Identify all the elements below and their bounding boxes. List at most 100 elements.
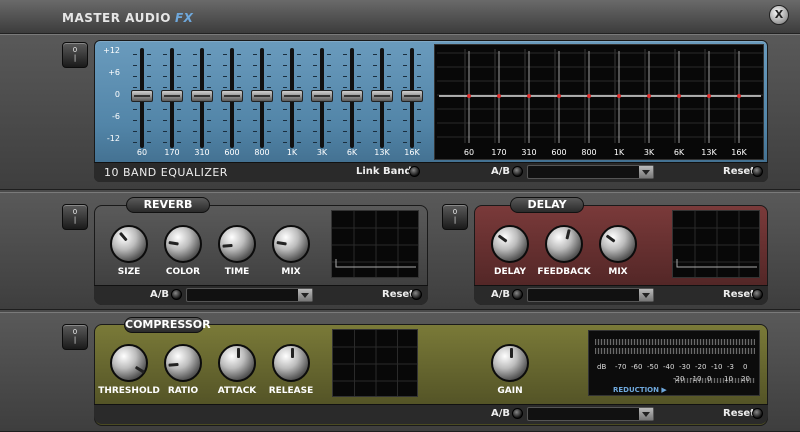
eq-slider-thumb[interactable] [251,90,273,102]
reverb-preset-select[interactable] [186,288,313,302]
eq-scale-tick [343,65,347,66]
delay-ab-toggle[interactable] [512,289,523,300]
meter-scale-label: -30 [679,363,691,371]
knob-indicator [222,243,233,248]
reverb-power-button[interactable]: 0 | [62,204,88,230]
knob-indicator [168,362,179,367]
eq-scale-tick [403,142,407,143]
eq-scale-tick [417,131,421,132]
eq-scale-tick [357,76,361,77]
eq-scale-tick [387,54,391,55]
eq-scale-tick [237,76,241,77]
knob-indicator [134,365,145,374]
eq-slider-thumb[interactable] [371,90,393,102]
eq-band-label: 60 [136,148,148,157]
delay-knob[interactable] [545,225,583,263]
eq-slider-thumb[interactable] [281,90,303,102]
eq-scale-tick [327,65,331,66]
eq-ab-toggle[interactable] [512,166,523,177]
delay-preset-select[interactable] [527,288,654,302]
eq-scale-tick [327,76,331,77]
eq-scale-tick [193,109,197,110]
compressor-preset-select[interactable] [527,407,654,421]
eq-scale-tick [193,131,197,132]
eq-scale-tick [403,120,407,121]
delay-display [672,210,760,278]
eq-slider-thumb[interactable] [341,90,363,102]
reduction-meter: dB REDUCTION ▶ -70 -60 -50 -40 -30 -20 -10 -3 0-… [588,330,760,396]
eq-scale-tick [313,76,317,77]
delay-power-button[interactable]: 0 | [442,204,468,230]
eq-scale-tick [207,131,211,132]
eq-preset-select[interactable] [527,165,654,179]
delay-reset-button[interactable] [752,289,763,300]
compressor-knob-label: RELEASE [268,386,314,396]
eq-slider-thumb[interactable] [191,90,213,102]
delay-knob[interactable] [599,225,637,263]
eq-band-point [587,94,591,98]
link-bands-toggle[interactable] [409,166,420,177]
eq-scale-tick [373,142,377,143]
eq-slider-thumb[interactable] [161,90,183,102]
compressor-reset-button[interactable] [752,408,763,419]
eq-slider-thumb[interactable] [221,90,243,102]
eq-slider-thumb[interactable] [401,90,423,102]
eq-scale-tick [253,65,257,66]
eq-slider-thumb[interactable] [131,90,153,102]
eq-scale-tick [283,54,287,55]
eq-scale-tick [223,120,227,121]
eq-scale-tick [133,109,137,110]
close-button[interactable]: X [769,5,789,25]
meter-scale-label: -60 [631,363,643,371]
eq-scale-tick [133,54,137,55]
eq-scale-tick [193,120,197,121]
eq-scale-tick [147,76,151,77]
compressor-ab-toggle[interactable] [512,408,523,419]
eq-graph-freq-label: 13K [701,148,717,157]
eq-scale-tick [177,87,181,88]
compressor-power-button[interactable]: 0 | [62,324,88,350]
reverb-knob[interactable] [218,225,256,263]
eq-scale-tick [373,54,377,55]
eq-scale-tick [193,54,197,55]
eq-scale-tick [163,76,167,77]
delay-knob[interactable] [491,225,529,263]
eq-scale-tick [283,87,287,88]
eq-scale-tick [207,142,211,143]
reverb-ab-toggle[interactable] [171,289,182,300]
reverb-knob[interactable] [272,225,310,263]
compressor-knob[interactable] [110,344,148,382]
eq-scale-tick [147,142,151,143]
eq-scale-tick [267,54,271,55]
eq-power-button[interactable]: 0 | [62,42,88,68]
eq-graph-freq-label: 16K [731,148,747,157]
eq-scale-tick [313,109,317,110]
eq-band-point [557,94,561,98]
eq-reset-button[interactable] [752,166,763,177]
eq-scale-tick [297,87,301,88]
meter-scale-label: -70 [615,363,627,371]
eq-scale-tick [327,87,331,88]
compressor-knob[interactable] [218,344,256,382]
eq-scale-tick [163,109,167,110]
eq-scale-tick [163,120,167,121]
eq-scale-tick [223,76,227,77]
eq-scale-tick [313,142,317,143]
gain-knob[interactable] [491,344,529,382]
eq-scale-tick [327,109,331,110]
eq-scale-tick [343,76,347,77]
eq-scale-tick [163,142,167,143]
eq-band-label: 6K [346,148,358,157]
reverb-knob[interactable] [110,225,148,263]
reverb-reset-button[interactable] [411,289,422,300]
eq-scale-tick [387,109,391,110]
eq-scale-tick [373,120,377,121]
compressor-knob[interactable] [272,344,310,382]
eq-graph-freq-label: 800 [581,148,596,157]
eq-slider-thumb[interactable] [311,90,333,102]
compressor-knob[interactable] [164,344,202,382]
reverb-knob[interactable] [164,225,202,263]
eq-scale-tick [373,76,377,77]
eq-graph-freq-label: 600 [551,148,566,157]
eq-scale-tick [207,87,211,88]
